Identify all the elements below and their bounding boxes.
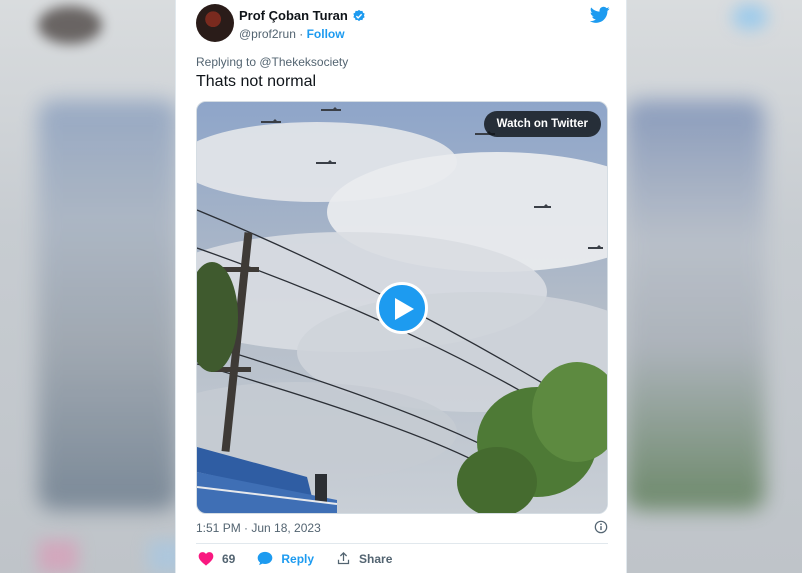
author-handle[interactable]: @prof2run — [239, 27, 296, 41]
video-thumbnail[interactable]: Watch on Twitter — [196, 101, 608, 514]
like-count: 69 — [222, 551, 236, 566]
share-label: Share — [359, 551, 393, 566]
reply-label: Reply — [281, 551, 315, 566]
watch-on-twitter-button[interactable]: Watch on Twitter — [483, 111, 601, 137]
heart-icon — [198, 552, 214, 566]
tweet-text: Thats not normal — [196, 73, 317, 90]
blurred-bird-icon — [732, 4, 768, 30]
play-button[interactable] — [376, 282, 428, 334]
blurred-media-right — [625, 100, 765, 510]
reply-icon — [258, 551, 273, 566]
tweet-card: Prof Çoban Turan @prof2run · Follow Repl… — [175, 0, 627, 573]
play-icon — [395, 298, 414, 320]
share-button[interactable]: Share — [336, 551, 392, 566]
blurred-media-left — [38, 100, 178, 510]
timestamp[interactable]: 1:51 PM · Jun 18, 2023 — [196, 521, 321, 535]
like-button[interactable]: 69 — [198, 551, 235, 566]
blurred-avatar — [38, 6, 102, 44]
share-icon — [337, 551, 350, 565]
handle-row: @prof2run · Follow — [239, 27, 345, 41]
divider — [196, 543, 608, 544]
author-name-row[interactable]: Prof Çoban Turan — [239, 8, 366, 23]
author-name[interactable]: Prof Çoban Turan — [239, 8, 348, 23]
info-icon[interactable] — [594, 520, 608, 534]
reply-button[interactable]: Reply — [257, 551, 314, 566]
separator: · — [299, 27, 304, 41]
replying-to[interactable]: Replying to @Thekeksociety — [196, 55, 348, 69]
action-bar: 69 Reply Share — [198, 551, 414, 566]
avatar[interactable] — [196, 4, 234, 42]
twitter-bird-icon[interactable] — [590, 6, 610, 24]
verified-badge-icon — [353, 9, 365, 21]
follow-button[interactable]: Follow — [307, 27, 345, 41]
